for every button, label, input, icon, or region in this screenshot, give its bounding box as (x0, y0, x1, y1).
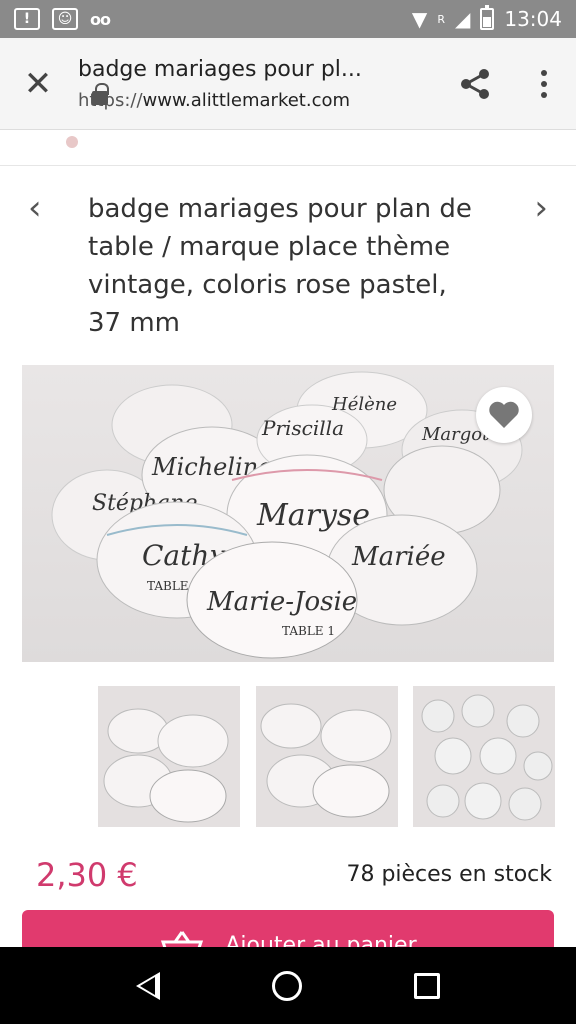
badge-name-priscilla: Priscilla (261, 416, 344, 440)
product-header: ‹ badge mariages pour plan de table / ma… (0, 166, 576, 366)
thumbnail-1-image (103, 708, 229, 823)
back-icon[interactable] (136, 971, 160, 1000)
close-icon: ✕ (23, 63, 53, 104)
status-bar: ! ☺ oo ▼ R ◢ 13:04 (0, 0, 576, 38)
close-tab-button[interactable]: ✕ (0, 64, 76, 104)
chevron-left-icon: ‹ (28, 188, 42, 228)
badge-name-marie-josie: Marie-Josie (206, 587, 357, 617)
wifi-icon: ▼ (411, 7, 428, 31)
overflow-menu-button[interactable] (512, 69, 576, 98)
badges-photo: Micheline Priscilla Hélène Margot Stépha… (51, 371, 523, 659)
favorite-button[interactable] (476, 387, 532, 443)
page-title: badge mariages pour pl... (78, 56, 362, 82)
roaming-label: R (437, 12, 445, 26)
notification-face-icon: ☺ (52, 8, 78, 30)
url-bar[interactable]: badge mariages pour pl... https://www.al… (76, 57, 440, 111)
next-product-button[interactable]: › (534, 188, 548, 228)
cell-signal-icon: ◢ (454, 7, 471, 31)
logo-fragment (66, 136, 78, 148)
menu-dot-icon (541, 80, 547, 87)
share-icon (461, 68, 489, 99)
badge-name-maryse: Maryse (256, 498, 370, 533)
thumbnail-1[interactable] (98, 686, 240, 827)
notification-alert-icon: ! (14, 8, 40, 30)
thumbnail-strip (0, 686, 576, 828)
thumbnail-2-image (260, 703, 392, 818)
badge-subtitle-table: TABLE 1 (282, 624, 335, 638)
url-scheme: https:// (78, 89, 143, 111)
menu-dot-icon (541, 69, 547, 76)
thumbnail-3-image (421, 694, 553, 821)
clock: 13:04 (504, 7, 562, 31)
badge-name-helene: Hélène (331, 394, 397, 415)
site-logo-strip (0, 130, 576, 166)
chevron-right-icon: › (534, 188, 548, 228)
badge-name-mariee: Mariée (351, 542, 446, 572)
stock-status: 78 pièces en stock (346, 862, 552, 887)
thumbnail-2[interactable] (256, 686, 398, 827)
system-nav-bar (0, 947, 576, 1024)
thumbnail-3[interactable] (413, 686, 555, 827)
url-host: www.alittlemarket.com (142, 89, 351, 111)
lock-icon (92, 82, 109, 105)
home-icon[interactable] (272, 970, 302, 1001)
battery-icon (480, 5, 495, 30)
browser-toolbar: ✕ badge mariages pour pl... https://www.… (0, 38, 576, 130)
menu-dot-icon (541, 91, 547, 98)
voicemail-icon: oo (90, 9, 111, 29)
product-price: 2,30 € (36, 856, 138, 894)
heart-icon (489, 401, 519, 428)
url-text: https://www.alittlemarket.com (78, 90, 440, 111)
share-button[interactable] (440, 68, 512, 100)
product-title: badge mariages pour plan de table / marq… (88, 194, 472, 338)
recent-apps-icon[interactable] (414, 972, 440, 999)
product-main-image[interactable]: Micheline Priscilla Hélène Margot Stépha… (22, 365, 554, 662)
previous-product-button[interactable]: ‹ (28, 188, 42, 228)
